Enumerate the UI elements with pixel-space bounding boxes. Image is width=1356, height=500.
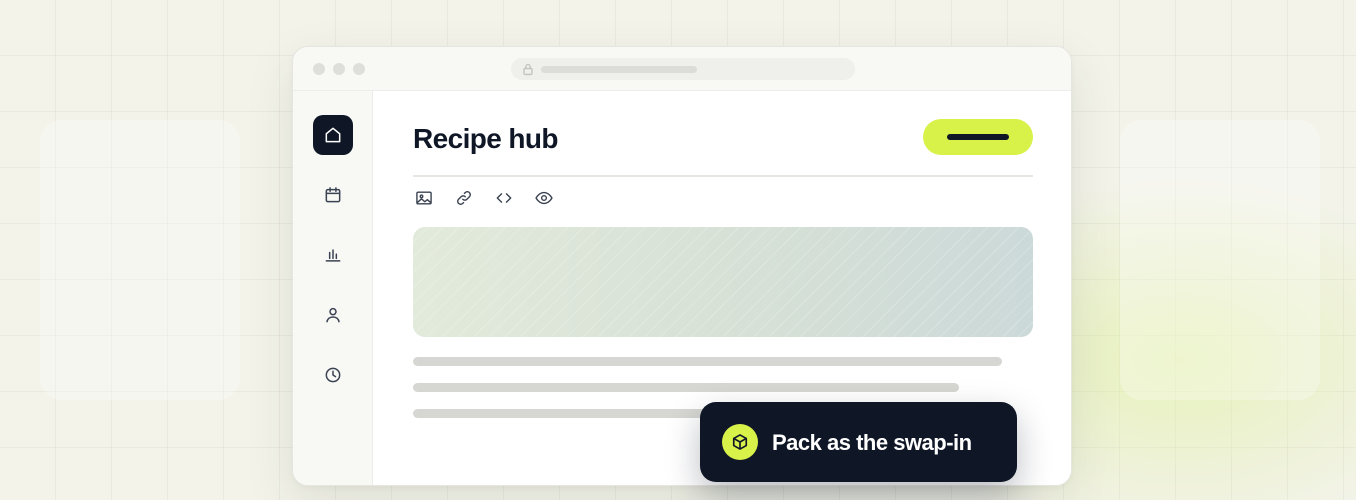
insert-link-button[interactable] xyxy=(453,187,475,209)
toast-message: Pack as the swap-in xyxy=(772,430,972,455)
bar-chart-icon xyxy=(325,249,341,262)
sidebar-item-profile[interactable] xyxy=(313,295,353,335)
background-ghost-card-left xyxy=(40,120,240,400)
address-bar[interactable] xyxy=(511,58,855,80)
window-close-button[interactable] xyxy=(313,63,325,75)
home-icon xyxy=(325,127,341,143)
sidebar-item-calendar[interactable] xyxy=(313,175,353,215)
sidebar xyxy=(293,91,373,485)
text-line-placeholder xyxy=(413,383,959,392)
text-line-placeholder xyxy=(413,357,1002,366)
background-ghost-card-right xyxy=(1120,120,1320,400)
calendar-icon xyxy=(325,187,341,203)
sidebar-item-stats[interactable] xyxy=(313,235,353,275)
address-text-placeholder xyxy=(541,66,697,73)
code-icon xyxy=(496,193,512,203)
button-label-placeholder xyxy=(947,134,1009,140)
notification-toast[interactable]: Pack as the swap-in xyxy=(700,402,1017,482)
primary-action-button[interactable] xyxy=(923,119,1033,155)
insert-image-button[interactable] xyxy=(413,187,435,209)
preview-button[interactable] xyxy=(533,187,555,209)
page-title: Recipe hub xyxy=(413,123,559,154)
sidebar-item-home[interactable] xyxy=(313,115,353,155)
user-icon xyxy=(326,307,340,323)
editor-toolbar xyxy=(413,187,555,209)
image-icon xyxy=(416,191,432,205)
lock-icon xyxy=(521,62,535,76)
hero-image-placeholder xyxy=(413,227,1033,337)
eye-icon xyxy=(535,191,553,205)
window-maximize-button[interactable] xyxy=(353,63,365,75)
header-divider xyxy=(413,175,1033,177)
browser-titlebar xyxy=(293,47,1071,91)
link-icon xyxy=(457,191,471,205)
window-minimize-button[interactable] xyxy=(333,63,345,75)
clock-icon xyxy=(325,367,341,383)
sidebar-item-history[interactable] xyxy=(313,355,353,395)
insert-code-button[interactable] xyxy=(493,187,515,209)
package-icon xyxy=(722,424,758,460)
